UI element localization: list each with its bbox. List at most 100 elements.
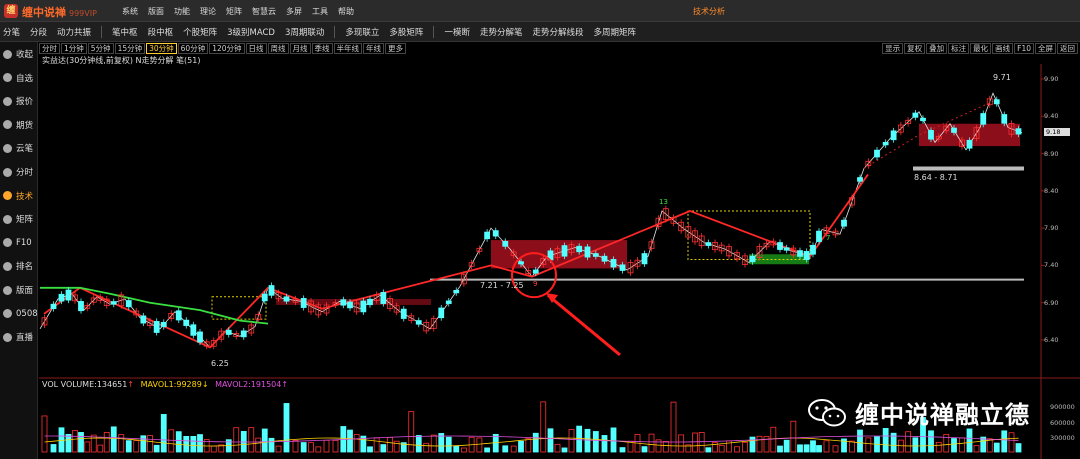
tool-item-5[interactable]: 个股矩阵 xyxy=(183,26,217,38)
candle-body xyxy=(453,290,460,294)
period-tab-2[interactable]: 5分钟 xyxy=(87,43,114,54)
period-tab-9[interactable]: 月线 xyxy=(289,43,311,54)
menu-item-4[interactable]: 矩阵 xyxy=(226,6,242,17)
candle-body xyxy=(380,292,387,304)
tool-item-12[interactable]: 走势分解线段 xyxy=(532,26,583,38)
menu-item-0[interactable]: 系统 xyxy=(122,6,138,17)
volume-bar xyxy=(387,436,393,453)
candle-body xyxy=(705,242,712,246)
sidebar-item-1[interactable]: 自选 xyxy=(0,68,38,88)
sidebar-label: 报价 xyxy=(16,97,34,108)
menu-item-6[interactable]: 多屏 xyxy=(286,6,302,17)
period-tab-7[interactable]: 日线 xyxy=(245,43,267,54)
sidebar-label: 技术 xyxy=(16,191,34,202)
volume-bar xyxy=(373,437,380,453)
candle-body xyxy=(518,261,524,265)
current-price-label: 9.18 xyxy=(1044,127,1070,136)
period-tab-6[interactable]: 120分钟 xyxy=(209,43,245,54)
tool-item-9[interactable]: 多股矩阵 xyxy=(389,26,423,38)
sidebar-label: 分时 xyxy=(16,168,34,178)
menu-item-1[interactable]: 版面 xyxy=(148,6,164,17)
sidebar-item-0[interactable]: 收起 xyxy=(0,44,38,64)
sidebar-item-6[interactable]: 技术 xyxy=(0,186,38,206)
analysis-toolbar: 分笔 分段 动力共振 笔中枢 段中枢 个股矩阵 3级别MACD 3周期联动 多现联立 多股矩阵 一模… xyxy=(0,22,1080,42)
control-button-2[interactable]: 叠加 xyxy=(926,43,948,54)
tool-item-3[interactable]: 笔中枢 xyxy=(112,26,138,38)
period-tab-13[interactable]: 更多 xyxy=(385,43,407,54)
sidebar-item-10[interactable]: 版面 xyxy=(0,280,38,300)
volume-bar xyxy=(445,436,452,453)
control-button-0[interactable]: 显示 xyxy=(882,43,904,54)
menu-item-5[interactable]: 智慧云 xyxy=(252,6,276,17)
tool-item-8[interactable]: 多现联立 xyxy=(345,26,379,38)
app-brand: 缠中说禅 999VIP xyxy=(22,4,97,20)
sidebar-item-8[interactable]: F10 xyxy=(0,233,38,253)
sidebar-item-9[interactable]: 排名 xyxy=(0,256,38,276)
candle-body xyxy=(912,112,919,118)
volume-bar xyxy=(153,444,160,453)
sidebar-item-4[interactable]: 云笔 xyxy=(0,138,38,158)
price-tick-label: 8.40 xyxy=(1044,186,1059,195)
period-tab-8[interactable]: 周线 xyxy=(267,43,289,54)
volume-bar xyxy=(540,401,547,453)
control-button-5[interactable]: 画线 xyxy=(992,43,1014,54)
rank-icon xyxy=(3,261,12,271)
control-button-1[interactable]: 复权 xyxy=(904,43,926,54)
sidebar-item-5[interactable]: 分时 xyxy=(0,162,38,182)
volume-bar xyxy=(756,435,763,453)
sidebar-item-2[interactable]: 报价 xyxy=(0,91,38,111)
mavol2-value: MAVOL2:191504 xyxy=(215,380,282,389)
control-button-8[interactable]: 返回 xyxy=(1057,43,1078,54)
menu-item-8[interactable]: 帮助 xyxy=(338,6,354,17)
control-button-3[interactable]: 标注 xyxy=(948,43,970,54)
control-button-4[interactable]: 最化 xyxy=(970,43,992,54)
tool-item-6[interactable]: 3级别MACD xyxy=(227,26,275,38)
volume-bar xyxy=(1008,432,1015,453)
tool-item-11[interactable]: 走势分解笔 xyxy=(480,26,523,38)
tool-item-0[interactable]: 分笔 xyxy=(3,26,20,38)
period-tab-11[interactable]: 半年线 xyxy=(333,43,363,54)
tool-item-13[interactable]: 多周期矩阵 xyxy=(593,26,636,38)
period-tab-0[interactable]: 分时 xyxy=(39,43,60,54)
price-line xyxy=(39,92,1023,349)
period-tab-3[interactable]: 15分钟 xyxy=(114,43,146,54)
pivot-box xyxy=(687,210,811,260)
tool-item-10[interactable]: 一模断 xyxy=(444,26,470,38)
live-icon xyxy=(3,332,12,342)
sidebar-item-3[interactable]: 期货 xyxy=(0,115,38,135)
volume-bar xyxy=(749,436,756,453)
menu-item-3[interactable]: 理论 xyxy=(200,6,216,17)
tool-item-4[interactable]: 段中枢 xyxy=(148,26,174,38)
volume-bar xyxy=(125,440,132,453)
period-tab-12[interactable]: 年线 xyxy=(363,43,385,54)
menu-item-7[interactable]: 工具 xyxy=(312,6,328,17)
app-logo-icon: 缠 xyxy=(4,4,18,18)
volume-bar xyxy=(619,447,626,453)
candle-body xyxy=(125,300,132,308)
sidebar-item-11[interactable]: 0508 xyxy=(0,304,38,324)
candle-body xyxy=(190,324,197,336)
control-button-6[interactable]: F10 xyxy=(1014,43,1034,54)
menu-item-2[interactable]: 功能 xyxy=(174,6,190,17)
volume-bar xyxy=(610,427,617,453)
control-button-7[interactable]: 全屏 xyxy=(1035,43,1056,54)
candle-body xyxy=(951,127,957,133)
candle-body xyxy=(268,285,275,296)
sidebar-item-12[interactable]: 直播 xyxy=(0,327,38,347)
volume-bar xyxy=(584,428,591,453)
futures-icon xyxy=(3,120,12,130)
candle-body xyxy=(641,253,648,265)
toolbar-divider xyxy=(433,25,435,38)
candle-body xyxy=(160,321,167,328)
tool-item-2[interactable]: 动力共振 xyxy=(57,26,91,38)
period-tab-1[interactable]: 1分钟 xyxy=(61,43,87,54)
zone-range-label: 8.64 - 8.71 xyxy=(914,173,958,182)
period-tab-5[interactable]: 60分钟 xyxy=(177,43,209,54)
price-tick-label: 9.40 xyxy=(1044,112,1059,121)
layout-icon xyxy=(3,285,12,295)
tool-item-1[interactable]: 分段 xyxy=(30,26,47,38)
period-tab-10[interactable]: 季线 xyxy=(311,43,333,54)
period-tab-4[interactable]: 30分钟 xyxy=(146,43,177,54)
tool-item-7[interactable]: 3周期联动 xyxy=(285,26,324,38)
sidebar-item-7[interactable]: 矩阵 xyxy=(0,209,38,229)
